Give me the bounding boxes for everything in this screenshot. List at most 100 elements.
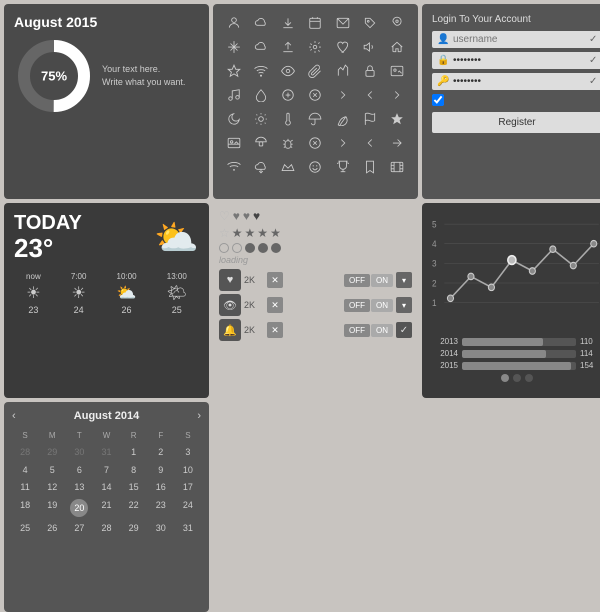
widget-eye-dropdown[interactable]: ▾ — [396, 297, 412, 313]
icon-eye — [276, 60, 301, 82]
icon-sun — [248, 108, 273, 130]
icon-wifi — [221, 156, 246, 178]
cal-20-today[interactable]: 20 — [66, 497, 92, 519]
icon-music — [221, 84, 246, 106]
widget-bell-x[interactable]: ✕ — [267, 322, 283, 338]
widget-bell-check[interactable]: ✓ — [396, 322, 412, 338]
cal-15[interactable]: 15 — [121, 479, 147, 496]
cal-18[interactable]: 18 — [12, 497, 38, 519]
cal-9[interactable]: 9 — [148, 462, 174, 479]
cal-8[interactable]: 8 — [121, 462, 147, 479]
cal-3[interactable]: 3 — [175, 444, 201, 461]
icon-x-circle — [303, 84, 328, 106]
icon-tag — [357, 12, 382, 34]
widget-bell-on[interactable]: ON — [371, 324, 393, 337]
chart-nav — [430, 374, 600, 382]
nav-dot-1[interactable] — [501, 374, 509, 382]
cal-16[interactable]: 16 — [148, 479, 174, 496]
cal-4[interactable]: 4 — [12, 462, 38, 479]
cal-next-btn[interactable]: › — [197, 410, 201, 422]
widget-eye-x[interactable]: ✕ — [267, 297, 283, 313]
cal-13[interactable]: 13 — [66, 479, 92, 496]
today-indicator: 20 — [70, 499, 88, 517]
cal-19[interactable]: 19 — [39, 497, 65, 519]
fill-2015 — [462, 362, 571, 370]
cal-22[interactable]: 22 — [121, 497, 147, 519]
widget-eye-on[interactable]: ON — [371, 299, 393, 312]
weather-top: TODAY 23° ⛅ — [14, 213, 199, 264]
icon-clip — [303, 60, 328, 82]
widget-heart-off[interactable]: OFF — [344, 274, 370, 287]
cal-27[interactable]: 27 — [66, 520, 92, 537]
chart-panel: 5 4 3 2 1 — [422, 203, 600, 398]
cal-31b[interactable]: 31 — [175, 520, 201, 537]
cal-14[interactable]: 14 — [93, 479, 119, 496]
cal-17[interactable]: 17 — [175, 479, 201, 496]
check-icon3: ✓ — [589, 76, 597, 87]
widget-heart-x[interactable]: ✕ — [267, 272, 283, 288]
password-field2[interactable]: 🔑 ✓ — [432, 73, 600, 90]
cal-prev-btn[interactable]: ‹ — [12, 410, 16, 422]
widget-bell-off[interactable]: OFF — [344, 324, 370, 337]
password-field1[interactable]: 🔒 ✓ — [432, 52, 600, 69]
cal-31[interactable]: 31 — [93, 444, 119, 461]
widget-lines: ♥ 2K ✕ OFF ON ▾ 👁 2K ✕ OFF ON ▾ — [219, 269, 412, 341]
widget-heart-toggle: OFF ON — [344, 274, 393, 287]
icon-sun-1000: ⛅ — [117, 283, 137, 303]
loading-row: loading — [219, 255, 412, 265]
cal-30[interactable]: 30 — [66, 444, 92, 461]
icons-panel — [213, 4, 418, 199]
cal-30b[interactable]: 30 — [148, 520, 174, 537]
bar-2013: 2013 110 — [430, 337, 600, 346]
fill-2014 — [462, 350, 546, 358]
widget-eye-off[interactable]: OFF — [344, 299, 370, 312]
icon-speaker — [357, 36, 382, 58]
cal-11[interactable]: 11 — [12, 479, 38, 496]
cal-26[interactable]: 26 — [39, 520, 65, 537]
cal-24[interactable]: 24 — [175, 497, 201, 519]
bar-2014: 2014 114 — [430, 349, 600, 358]
main-grid: August 2015 75% Your text here. Write wh… — [0, 0, 600, 600]
calendar-panel: ‹ August 2014 › S M T W R F S 28 29 30 3… — [4, 402, 209, 612]
widget-heart-on[interactable]: ON — [371, 274, 393, 287]
username-field[interactable]: 👤 ✓ — [432, 31, 600, 48]
cal-21[interactable]: 21 — [93, 497, 119, 519]
cal-12[interactable]: 12 — [39, 479, 65, 496]
remember-checkbox[interactable] — [432, 94, 444, 106]
widget-heart-dropdown[interactable]: ▾ — [396, 272, 412, 288]
cal-25[interactable]: 25 — [12, 520, 38, 537]
username-input[interactable] — [453, 34, 585, 45]
icon-mail — [330, 12, 355, 34]
weather-now: now ☀ 23 — [26, 272, 41, 315]
cal-5[interactable]: 5 — [39, 462, 65, 479]
cal-28b[interactable]: 28 — [93, 520, 119, 537]
cal-2[interactable]: 2 — [148, 444, 174, 461]
fill-2013 — [462, 338, 543, 346]
val-2015: 154 — [580, 361, 600, 370]
login-panel: Login To Your Account 👤 ✓ 🔒 ✓ 🔑 ✓ Regist… — [422, 4, 600, 199]
weather-panel: TODAY 23° ⛅ now ☀ 23 7:00 ☀ 24 10:00 ⛅ 2… — [4, 203, 209, 398]
icon-sun-700: ☀ — [71, 283, 85, 303]
cal-1[interactable]: 1 — [121, 444, 147, 461]
cal-29b[interactable]: 29 — [121, 520, 147, 537]
password-input2[interactable] — [453, 76, 585, 87]
nav-dot-2[interactable] — [513, 374, 521, 382]
password-input1[interactable] — [453, 55, 585, 66]
cal-6[interactable]: 6 — [66, 462, 92, 479]
star-1: ☆ — [219, 226, 230, 240]
time-700: 7:00 — [71, 272, 87, 281]
cal-23[interactable]: 23 — [148, 497, 174, 519]
heart-1: ♡ — [219, 209, 230, 223]
nav-dot-3[interactable] — [525, 374, 533, 382]
cal-10[interactable]: 10 — [175, 462, 201, 479]
widget-eye-count: 2K — [244, 300, 264, 310]
cal-29[interactable]: 29 — [39, 444, 65, 461]
icon-download — [276, 12, 301, 34]
register-button[interactable]: Register — [432, 112, 600, 133]
icon-photo — [385, 60, 410, 82]
cal-28[interactable]: 28 — [12, 444, 38, 461]
icon-plus-circle — [276, 84, 301, 106]
dot-2 — [232, 243, 242, 253]
cal-7[interactable]: 7 — [93, 462, 119, 479]
temp-now: 23 — [28, 305, 38, 315]
